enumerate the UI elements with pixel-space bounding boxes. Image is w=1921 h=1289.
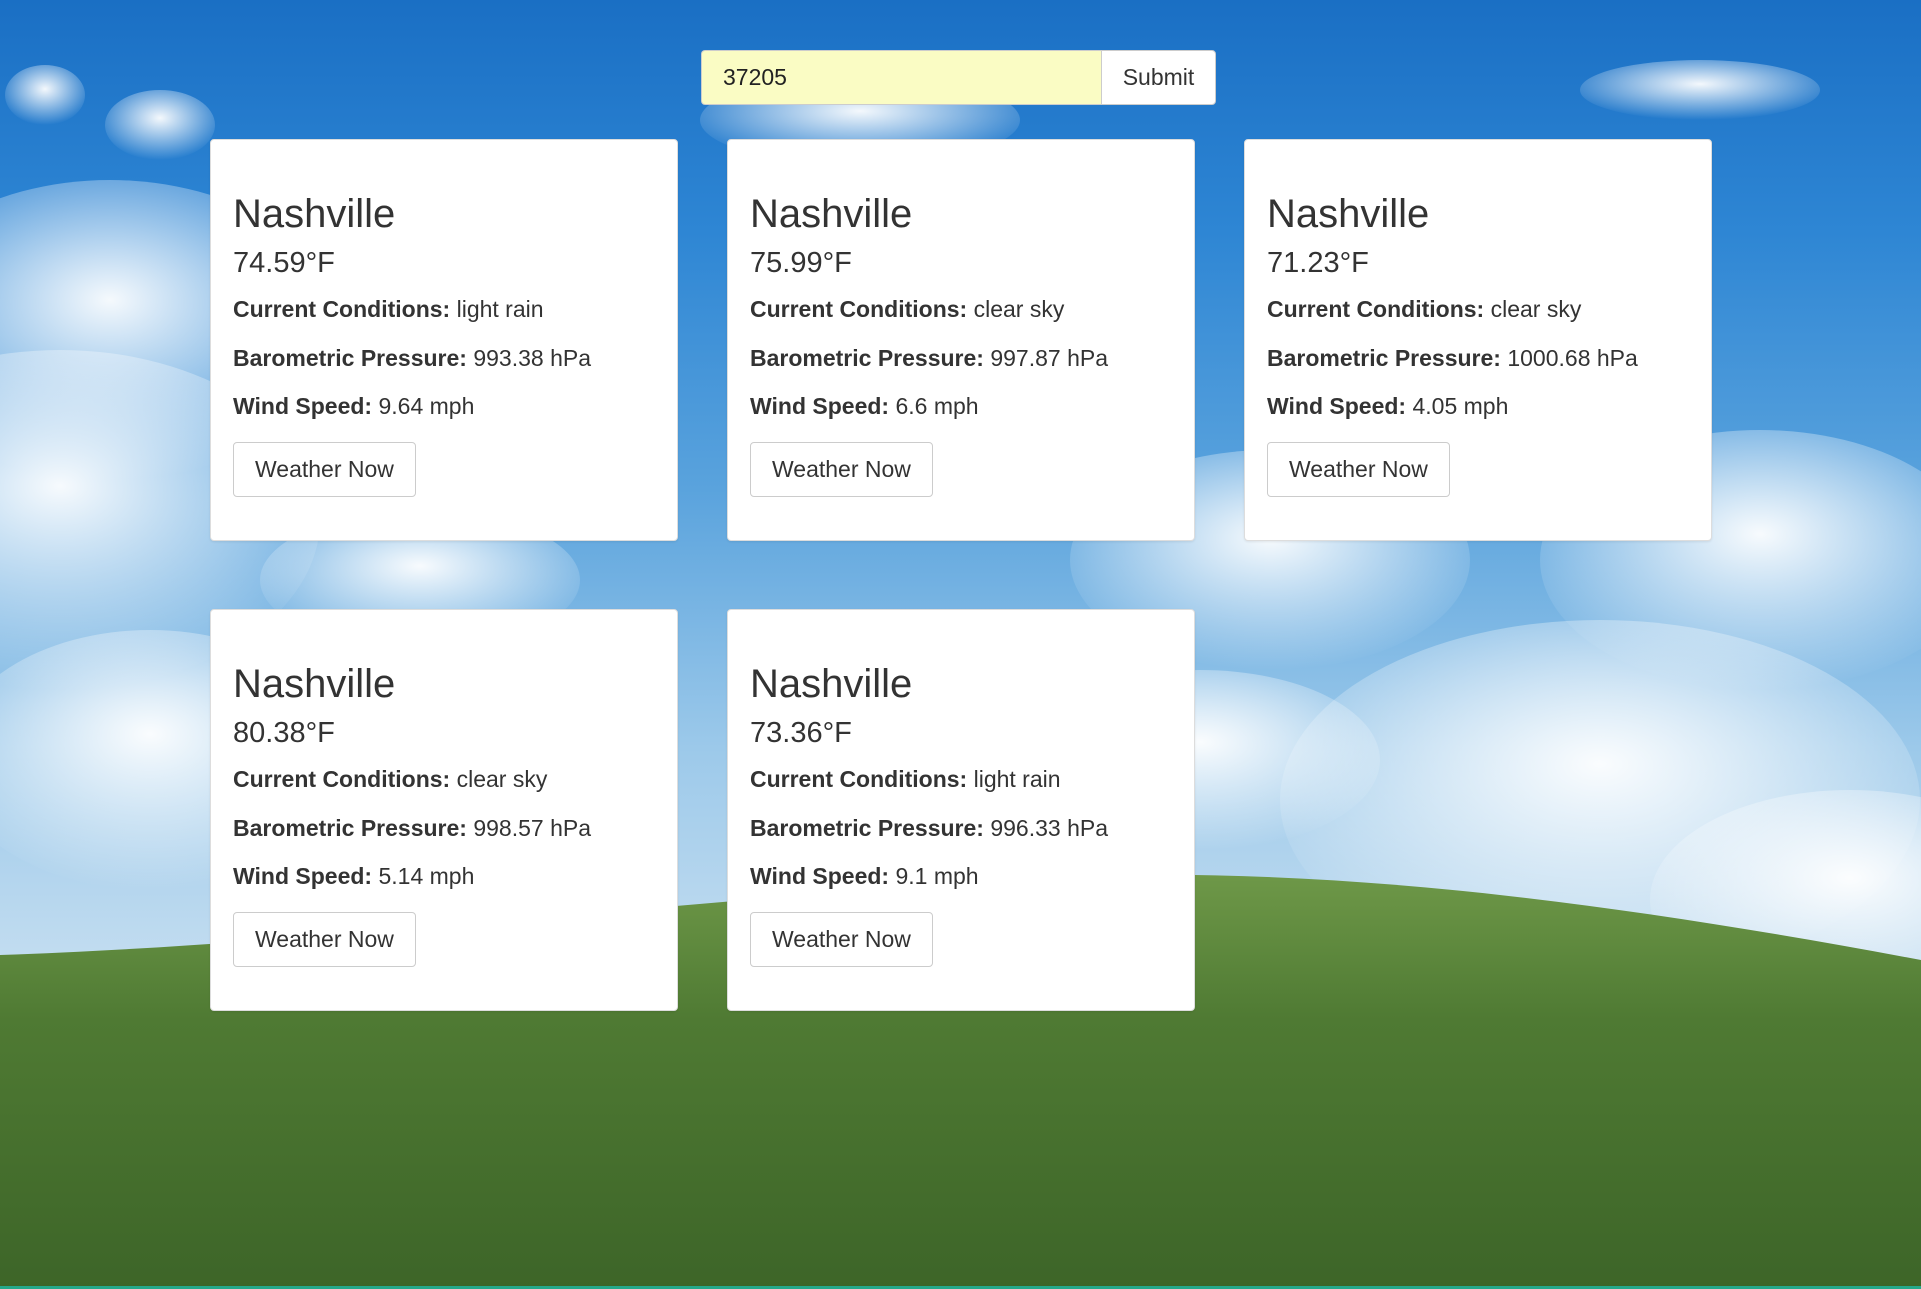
wind-label: Wind Speed:: [750, 393, 890, 420]
city-name: Nashville: [750, 662, 913, 706]
pressure-label: Barometric Pressure:: [233, 344, 467, 371]
conditions-value: clear sky: [973, 295, 1065, 322]
city-name: Nashville: [233, 662, 396, 706]
weather-card: Nashville 74.59°F Current Conditions: li…: [210, 139, 678, 541]
temperature: 80.38°F: [233, 717, 335, 749]
conditions-row: Current Conditions: clear sky: [750, 295, 1172, 324]
wind-label: Wind Speed:: [233, 393, 373, 420]
weather-card: Nashville 73.36°F Current Conditions: li…: [727, 609, 1195, 1011]
weather-now-button[interactable]: Weather Now: [750, 442, 933, 498]
pressure-row: Barometric Pressure: 1000.68 hPa: [1267, 344, 1689, 373]
conditions-value: clear sky: [456, 765, 548, 792]
wind-label: Wind Speed:: [233, 863, 373, 890]
conditions-label: Current Conditions:: [750, 295, 968, 322]
zip-code-input[interactable]: [701, 50, 1101, 105]
zip-search-form: Submit: [701, 50, 1216, 105]
wind-row: Wind Speed: 4.05 mph: [1267, 392, 1689, 421]
pressure-label: Barometric Pressure:: [750, 814, 984, 841]
pressure-row: Barometric Pressure: 993.38 hPa: [233, 344, 655, 373]
wind-value: 6.6 mph: [895, 393, 979, 420]
conditions-row: Current Conditions: clear sky: [233, 765, 655, 794]
conditions-label: Current Conditions:: [1267, 295, 1485, 322]
conditions-value: light rain: [456, 295, 544, 322]
conditions-row: Current Conditions: light rain: [750, 765, 1172, 794]
wind-label: Wind Speed:: [1267, 393, 1407, 420]
weather-card: Nashville 71.23°F Current Conditions: cl…: [1244, 139, 1712, 541]
wind-row: Wind Speed: 5.14 mph: [233, 862, 655, 891]
pressure-value: 996.33 hPa: [990, 814, 1109, 841]
weather-now-button[interactable]: Weather Now: [750, 912, 933, 968]
wind-row: Wind Speed: 9.1 mph: [750, 862, 1172, 891]
temperature: 75.99°F: [750, 247, 852, 279]
wind-value: 5.14 mph: [378, 863, 475, 890]
page-background: Submit Nashville 74.59°F Current Conditi…: [0, 0, 1921, 1289]
weather-now-button[interactable]: Weather Now: [1267, 442, 1450, 498]
weather-card: Nashville 75.99°F Current Conditions: cl…: [727, 139, 1195, 541]
conditions-value: light rain: [973, 765, 1061, 792]
weather-now-button[interactable]: Weather Now: [233, 442, 416, 498]
temperature: 74.59°F: [233, 247, 335, 279]
city-name: Nashville: [750, 192, 913, 236]
conditions-row: Current Conditions: clear sky: [1267, 295, 1689, 324]
conditions-row: Current Conditions: light rain: [233, 295, 655, 324]
pressure-label: Barometric Pressure:: [233, 814, 467, 841]
temperature: 73.36°F: [750, 717, 852, 749]
pressure-row: Barometric Pressure: 997.87 hPa: [750, 344, 1172, 373]
conditions-label: Current Conditions:: [233, 765, 451, 792]
pressure-label: Barometric Pressure:: [1267, 344, 1501, 371]
pressure-value: 993.38 hPa: [473, 344, 592, 371]
submit-button[interactable]: Submit: [1101, 50, 1216, 105]
pressure-row: Barometric Pressure: 996.33 hPa: [750, 814, 1172, 843]
conditions-label: Current Conditions:: [233, 295, 451, 322]
pressure-row: Barometric Pressure: 998.57 hPa: [233, 814, 655, 843]
wind-value: 9.1 mph: [895, 863, 979, 890]
conditions-label: Current Conditions:: [750, 765, 968, 792]
wind-row: Wind Speed: 9.64 mph: [233, 392, 655, 421]
conditions-value: clear sky: [1490, 295, 1582, 322]
wind-value: 9.64 mph: [378, 393, 475, 420]
weather-now-button[interactable]: Weather Now: [233, 912, 416, 968]
city-name: Nashville: [1267, 192, 1430, 236]
pressure-value: 1000.68 hPa: [1507, 344, 1638, 371]
city-name: Nashville: [233, 192, 396, 236]
pressure-value: 998.57 hPa: [473, 814, 592, 841]
wind-value: 4.05 mph: [1412, 393, 1509, 420]
pressure-label: Barometric Pressure:: [750, 344, 984, 371]
wind-row: Wind Speed: 6.6 mph: [750, 392, 1172, 421]
temperature: 71.23°F: [1267, 247, 1369, 279]
weather-card: Nashville 80.38°F Current Conditions: cl…: [210, 609, 678, 1011]
wind-label: Wind Speed:: [750, 863, 890, 890]
pressure-value: 997.87 hPa: [990, 344, 1109, 371]
